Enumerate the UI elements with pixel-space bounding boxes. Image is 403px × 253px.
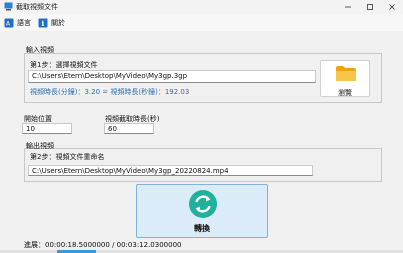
- input-file-path[interactable]: C:\Users\Etern\Desktop\MyVideo\My3gp.3gp: [28, 70, 316, 83]
- input-group-label: 輸入視頻: [26, 46, 54, 54]
- browse-button-label: 瀏覽: [338, 89, 352, 97]
- svg-text:i: i: [42, 19, 45, 28]
- info-icon: i: [38, 18, 48, 28]
- output-step-label: 第2步：視頻文件重命名: [30, 153, 105, 161]
- close-button[interactable]: [383, 0, 401, 14]
- menu-item-about[interactable]: i 關於: [38, 16, 65, 29]
- language-icon: A: [4, 18, 14, 28]
- app-icon: [4, 2, 13, 11]
- maximize-button[interactable]: [361, 0, 379, 14]
- refresh-icon: [188, 189, 218, 221]
- output-file-path[interactable]: C:\Users\Etern\Desktop\MyVideo\My3gp_202…: [28, 165, 313, 176]
- window-title: 截取視頻文件: [16, 3, 58, 11]
- start-position-field[interactable]: 10: [22, 123, 72, 134]
- progress-status: 進展：00:00:18.5000000 / 00:03:12.0300000: [24, 241, 182, 249]
- browse-button[interactable]: 瀏覽: [320, 60, 370, 97]
- menu-item-language-label: 語言: [17, 18, 31, 27]
- folder-icon: [335, 65, 357, 84]
- menu-item-language[interactable]: A 語言: [4, 16, 31, 29]
- output-group-label: 輸出視頻: [26, 142, 54, 150]
- duration-field[interactable]: 60: [104, 123, 154, 134]
- convert-button-label: 轉換: [194, 224, 210, 233]
- input-step-label: 第1步：選擇視頻文件: [30, 61, 98, 69]
- video-duration-info: 視頻時長(分鐘)：3.20 = 視頻時長(秒鐘)：192.03: [30, 88, 190, 96]
- convert-button[interactable]: 轉換: [136, 184, 268, 238]
- minimize-button[interactable]: [339, 0, 357, 14]
- menu-item-about-label: 關於: [51, 18, 65, 27]
